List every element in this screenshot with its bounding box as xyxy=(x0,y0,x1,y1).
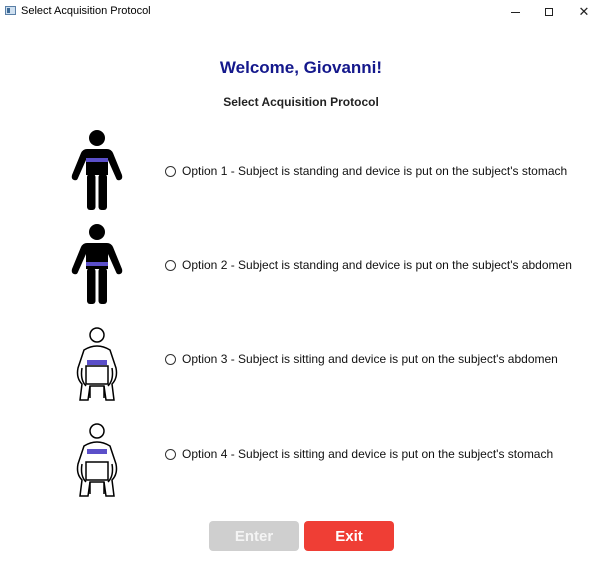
page-subtitle: Select Acquisition Protocol xyxy=(223,95,379,109)
close-icon: ✕ xyxy=(578,4,590,19)
window-title: Select Acquisition Protocol xyxy=(21,5,151,17)
window-titlebar: Select Acquisition Protocol ✕ xyxy=(0,0,602,24)
close-button[interactable]: ✕ xyxy=(567,0,601,24)
sitting-person-stomach-icon xyxy=(76,423,118,497)
standing-person-abdomen-icon xyxy=(71,224,123,304)
option-3-label: Option 3 - Subject is sitting and device… xyxy=(182,352,558,366)
option-2-label: Option 2 - Subject is standing and devic… xyxy=(182,258,572,272)
app-icon xyxy=(5,6,16,15)
minimize-button[interactable] xyxy=(498,0,532,24)
option-2-radio[interactable]: Option 2 - Subject is standing and devic… xyxy=(165,258,572,272)
radio-circle[interactable] xyxy=(165,353,176,365)
standing-person-stomach-icon xyxy=(71,130,123,210)
radio-circle[interactable] xyxy=(165,259,176,271)
option-1-label: Option 1 - Subject is standing and devic… xyxy=(182,164,568,178)
maximize-button[interactable] xyxy=(532,0,566,24)
option-3-radio[interactable]: Option 3 - Subject is sitting and device… xyxy=(165,352,558,366)
option-1-radio[interactable]: Option 1 - Subject is standing and devic… xyxy=(165,164,567,178)
minimize-icon xyxy=(510,11,520,13)
enter-button[interactable]: Enter xyxy=(209,521,299,551)
radio-circle[interactable] xyxy=(165,448,176,460)
option-4-radio[interactable]: Option 4 - Subject is sitting and device… xyxy=(165,447,553,461)
option-4-label: Option 4 - Subject is sitting and device… xyxy=(182,447,554,461)
welcome-heading: Welcome, Giovanni! xyxy=(219,58,383,77)
exit-button[interactable]: Exit xyxy=(304,521,394,551)
sitting-person-abdomen-icon xyxy=(76,327,118,401)
radio-circle[interactable] xyxy=(165,165,176,177)
maximize-icon xyxy=(545,8,553,16)
